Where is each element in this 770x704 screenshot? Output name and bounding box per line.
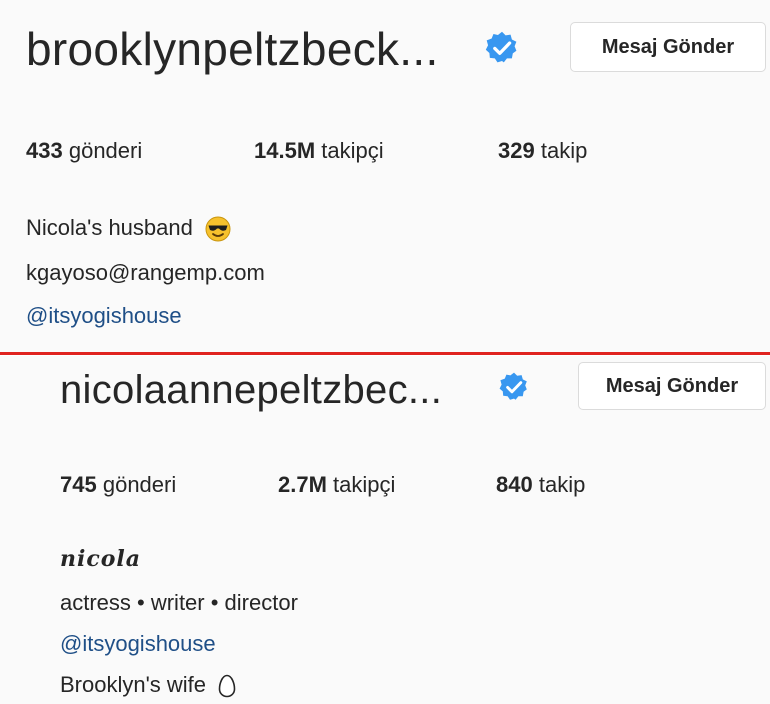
bio-mention-link[interactable]: @itsyogishouse [60,631,216,657]
bio-line: actress • writer • director [60,590,298,615]
bio-mention-link[interactable]: @itsyogishouse [26,303,182,329]
following-count[interactable]: 329 takip [498,138,587,164]
followers-count[interactable]: 2.7M takipçi [278,472,395,498]
bio-email[interactable]: kgayoso@rangemp.com [26,260,265,286]
profile-header-brooklyn: brooklynpeltzbeck... Mesaj Gönder 433 gö… [0,0,770,352]
followers-count[interactable]: 14.5M takipçi [254,138,384,164]
egg-emoji-icon [218,674,236,698]
send-message-button[interactable]: Mesaj Gönder [578,362,766,410]
posts-count[interactable]: 745 gönderi [60,472,176,498]
verified-badge-icon [499,372,527,400]
bio-line: Brooklyn's wife [60,672,236,698]
bio-line: Nicola's husband [26,215,231,242]
verified-badge-icon [485,31,517,63]
send-message-button[interactable]: Mesaj Gönder [570,22,766,72]
posts-count[interactable]: 433 gönderi [26,138,142,164]
bio-display-name: nicola [60,546,142,572]
divider-line [0,352,770,355]
sunglasses-face-emoji-icon [205,216,231,242]
username: brooklynpeltzbeck... [26,23,439,75]
following-count[interactable]: 840 takip [496,472,585,498]
username: nicolaannepeltzbec... [60,368,443,412]
